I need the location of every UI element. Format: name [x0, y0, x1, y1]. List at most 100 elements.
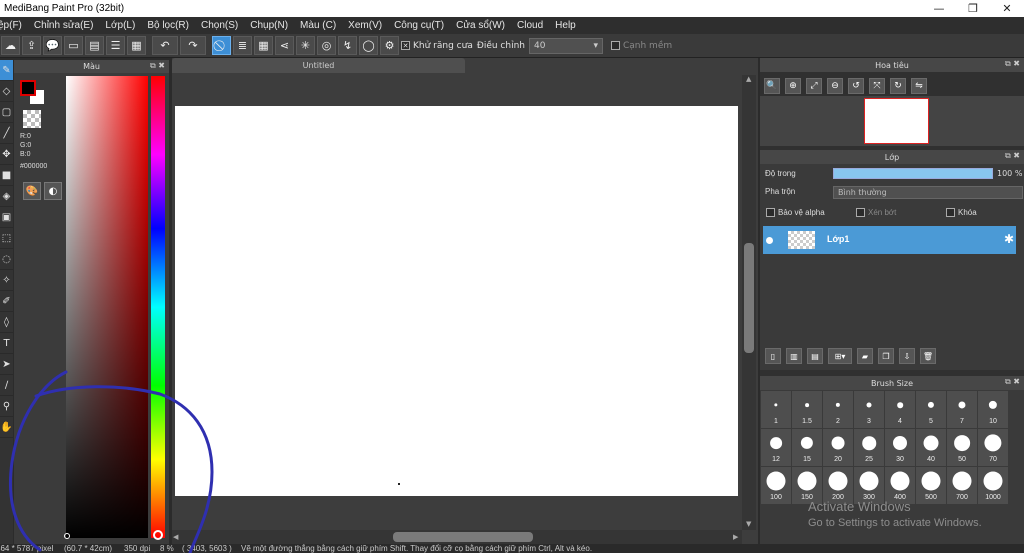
- lasso-tool-icon[interactable]: ◌: [0, 249, 13, 270]
- hue-slider[interactable]: [151, 76, 165, 538]
- menu-help[interactable]: Help: [549, 20, 582, 31]
- panel-float-close-icon[interactable]: ⧉ ✖: [1005, 377, 1020, 387]
- merge-down-icon[interactable]: ⇩: [899, 348, 915, 364]
- brush-size-option[interactable]: 5: [916, 391, 946, 428]
- brush-size-option[interactable]: 30: [885, 429, 915, 466]
- scroll-up-icon[interactable]: ▲: [746, 75, 751, 83]
- vertical-scroll-thumb[interactable]: [744, 243, 754, 353]
- lock-checkbox[interactable]: [946, 208, 955, 217]
- clipping-toggle[interactable]: Xén bớt: [856, 208, 896, 217]
- brush-size-option[interactable]: 20: [823, 429, 853, 466]
- layer-row[interactable]: Lớp1 ✱: [763, 226, 1016, 254]
- menu-window[interactable]: Cửa sổ(W): [450, 20, 511, 31]
- list-icon[interactable]: ☰: [106, 36, 125, 55]
- color-swatches[interactable]: [18, 78, 48, 108]
- select-eraser-icon[interactable]: ◊: [0, 312, 13, 333]
- brush-size-option[interactable]: 7: [947, 391, 977, 428]
- flip-horizontal-icon[interactable]: ⇋: [911, 78, 927, 94]
- text-tool-icon[interactable]: T: [0, 333, 13, 354]
- minimize-button[interactable]: —: [922, 0, 956, 17]
- snap-radial-icon[interactable]: ✳: [296, 36, 315, 55]
- panel-float-close-icon[interactable]: ⧉ ✖: [1005, 151, 1020, 161]
- soft-edge-checkbox[interactable]: [610, 41, 620, 50]
- grid-icon[interactable]: ▦: [127, 36, 146, 55]
- brush-size-option[interactable]: 1000: [978, 467, 1008, 504]
- sv-handle[interactable]: [64, 533, 70, 539]
- magic-wand-icon[interactable]: ✧: [0, 270, 13, 291]
- new-halftone-layer-icon[interactable]: ▥: [786, 348, 802, 364]
- brush-size-option[interactable]: 12: [761, 429, 791, 466]
- add-layer-menu-icon[interactable]: ⊞▾: [828, 348, 852, 364]
- fit-window-icon[interactable]: ⤢: [806, 78, 822, 94]
- bucket-tool-icon[interactable]: ◈: [0, 186, 13, 207]
- upload-icon[interactable]: ⇪: [22, 36, 41, 55]
- new-layer-icon[interactable]: ▯: [765, 348, 781, 364]
- select-pen-icon[interactable]: ✐: [0, 291, 13, 312]
- hand-tool-icon[interactable]: ✋: [0, 417, 13, 438]
- protect-alpha-checkbox[interactable]: [766, 208, 775, 217]
- brush-size-option[interactable]: 500: [916, 467, 946, 504]
- menu-view[interactable]: Xem(V): [342, 20, 388, 31]
- brush-size-option[interactable]: 1.5: [792, 391, 822, 428]
- visibility-eye-icon[interactable]: [766, 237, 773, 244]
- snap-concentric-icon[interactable]: ◎: [317, 36, 336, 55]
- select-tool-icon[interactable]: ⬚: [0, 228, 13, 249]
- menu-cloud[interactable]: Cloud: [511, 20, 549, 31]
- snap-perspective-icon[interactable]: ⋖: [275, 36, 294, 55]
- saturation-value-picker[interactable]: [66, 76, 148, 538]
- operation-tool-icon[interactable]: ➤: [0, 354, 13, 375]
- brush-size-option[interactable]: 700: [947, 467, 977, 504]
- panel-float-close-icon[interactable]: ⧉ ✖: [1005, 59, 1020, 69]
- divide-tool-icon[interactable]: ∕: [0, 375, 13, 396]
- message-icon[interactable]: ▭: [64, 36, 83, 55]
- brush-size-option[interactable]: 1: [761, 391, 791, 428]
- menu-capture[interactable]: Chụp(N): [244, 20, 294, 31]
- rotate-right-icon[interactable]: ↻: [890, 78, 906, 94]
- brush-size-option[interactable]: 100: [761, 467, 791, 504]
- delete-layer-icon[interactable]: 🗑: [920, 348, 936, 364]
- snap-off-icon[interactable]: ⃠: [212, 36, 231, 55]
- menu-filter[interactable]: Bộ lọc(R): [141, 20, 195, 31]
- brush-size-option[interactable]: 3: [854, 391, 884, 428]
- transparent-color-swatch[interactable]: [23, 110, 41, 128]
- brush-size-option[interactable]: 4: [885, 391, 915, 428]
- snap-grid-icon[interactable]: ▦: [254, 36, 273, 55]
- redo-icon[interactable]: ↷: [180, 36, 206, 55]
- lock-toggle[interactable]: Khóa: [946, 208, 977, 217]
- foreground-color-swatch[interactable]: [20, 80, 36, 96]
- menu-file[interactable]: ệp(F): [0, 20, 28, 31]
- eraser-tool-icon[interactable]: ◇: [0, 81, 13, 102]
- antialias-checkbox[interactable]: ✕: [401, 41, 410, 50]
- comment-icon[interactable]: 💬: [43, 36, 62, 55]
- document-tab[interactable]: Untitled: [172, 58, 465, 73]
- horizontal-scrollbar[interactable]: ◀ ▶: [172, 530, 742, 544]
- rect-tool-icon[interactable]: ▢: [0, 102, 13, 123]
- palette-icon[interactable]: 🎨: [23, 182, 41, 200]
- snap-curve-icon[interactable]: ↯: [338, 36, 357, 55]
- menu-color[interactable]: Màu (C): [294, 20, 342, 31]
- close-button[interactable]: ✕: [990, 0, 1024, 17]
- brush-size-option[interactable]: 15: [792, 429, 822, 466]
- brush-size-option[interactable]: 2: [823, 391, 853, 428]
- menu-select[interactable]: Chọn(S): [195, 20, 244, 31]
- move-tool-icon[interactable]: ✥: [0, 144, 13, 165]
- duplicate-layer-icon[interactable]: ❐: [878, 348, 894, 364]
- gradient-tool-icon[interactable]: ▣: [0, 207, 13, 228]
- brush-size-option[interactable]: 50: [947, 429, 977, 466]
- brush-size-option[interactable]: 10: [978, 391, 1008, 428]
- eyedropper-tool-icon[interactable]: ⚲: [0, 396, 13, 417]
- cloud-icon[interactable]: ☁: [1, 36, 20, 55]
- vertical-scrollbar[interactable]: ▲ ▼: [742, 75, 756, 530]
- blend-mode-select[interactable]: Bình thường: [833, 186, 1023, 199]
- zoom-search-icon[interactable]: 🔍: [764, 78, 780, 94]
- opacity-slider[interactable]: [833, 168, 993, 179]
- zoom-in-icon[interactable]: ⊕: [785, 78, 801, 94]
- new-folder-icon[interactable]: ▰: [857, 348, 873, 364]
- layer-settings-gear-icon[interactable]: ✱: [1004, 232, 1014, 246]
- drawing-canvas[interactable]: [175, 106, 738, 496]
- zoom-out-icon[interactable]: ⊖: [827, 78, 843, 94]
- adjust-dropdown[interactable]: 40 ▾: [528, 37, 603, 54]
- brush-size-option[interactable]: 70: [978, 429, 1008, 466]
- reset-rotation-icon[interactable]: ⤧: [869, 78, 885, 94]
- panel-float-close-icon[interactable]: ⧉ ✖: [150, 61, 165, 71]
